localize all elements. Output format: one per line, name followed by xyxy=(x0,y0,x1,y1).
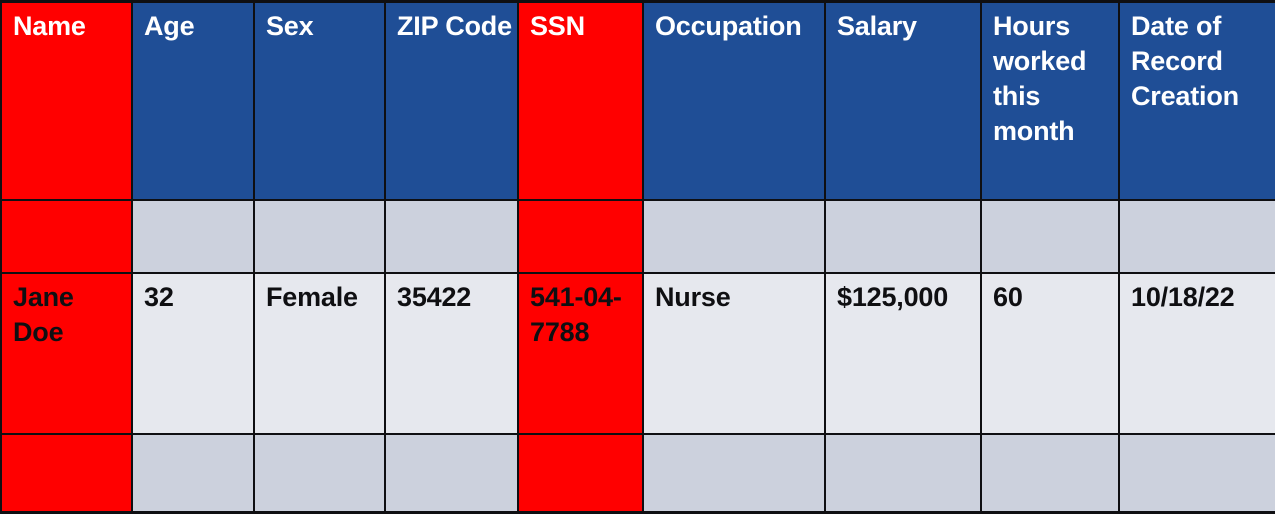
column-header-occupation[interactable]: Occupation xyxy=(642,0,826,201)
table-header-row: Name Age Sex ZIP Code SSN Occupation Sal… xyxy=(0,0,1275,201)
column-header-label: ZIP Code xyxy=(397,11,512,41)
column-header-label: Date of Record Creation xyxy=(1131,11,1239,111)
cell-created[interactable] xyxy=(1118,199,1275,274)
column-header-ssn[interactable]: SSN xyxy=(517,0,644,201)
cell-name[interactable] xyxy=(0,199,133,274)
cell-sex[interactable]: Female xyxy=(253,272,386,435)
cell-ssn[interactable]: 541-04-7788 xyxy=(517,272,644,435)
cell-value: 541-04-7788 xyxy=(530,282,622,347)
column-header-label: Occupation xyxy=(655,11,802,41)
cell-value: $125,000 xyxy=(837,282,949,312)
column-header-label: Age xyxy=(144,11,195,41)
cell-hours[interactable] xyxy=(980,199,1120,274)
column-header-label: Name xyxy=(13,11,86,41)
table-row xyxy=(0,199,1275,274)
pii-data-table: Name Age Sex ZIP Code SSN Occupation Sal… xyxy=(0,0,1275,514)
column-header-label: SSN xyxy=(530,11,585,41)
cell-age[interactable]: 32 xyxy=(131,272,255,435)
cell-sex[interactable] xyxy=(253,199,386,274)
column-header-label: Salary xyxy=(837,11,917,41)
cell-salary[interactable] xyxy=(824,199,982,274)
cell-age[interactable] xyxy=(131,199,255,274)
column-header-label: Sex xyxy=(266,11,314,41)
cell-occupation[interactable]: Nurse xyxy=(642,272,826,435)
cell-value: Nurse xyxy=(655,282,731,312)
column-header-salary[interactable]: Salary xyxy=(824,0,982,201)
cell-value: Female xyxy=(266,282,358,312)
column-header-hours[interactable]: Hours worked this month xyxy=(980,0,1120,201)
cell-zip[interactable] xyxy=(384,199,519,274)
cell-zip[interactable]: 35422 xyxy=(384,272,519,435)
cell-value: 35422 xyxy=(397,282,472,312)
column-header-label: Hours worked this month xyxy=(993,11,1087,146)
cell-name[interactable]: Jane Doe xyxy=(0,272,133,435)
cell-ssn[interactable] xyxy=(517,199,644,274)
cell-value: 60 xyxy=(993,282,1023,312)
column-header-created[interactable]: Date of Record Creation xyxy=(1118,0,1275,201)
cell-salary[interactable]: $125,000 xyxy=(824,272,982,435)
column-header-sex[interactable]: Sex xyxy=(253,0,386,201)
column-header-age[interactable]: Age xyxy=(131,0,255,201)
cell-occupation[interactable] xyxy=(642,199,826,274)
column-header-name[interactable]: Name xyxy=(0,0,133,201)
pii-table-container: Name Age Sex ZIP Code SSN Occupation Sal… xyxy=(0,0,1275,514)
table-row: Jane Doe 32 Female 35422 541-04-7788 Nur… xyxy=(0,272,1275,435)
cell-created[interactable]: 10/18/22 xyxy=(1118,272,1275,435)
cell-hours[interactable]: 60 xyxy=(980,272,1120,435)
column-header-zip-code[interactable]: ZIP Code xyxy=(384,0,519,201)
cell-value: 10/18/22 xyxy=(1131,282,1235,312)
cell-value: Jane Doe xyxy=(13,282,74,347)
cell-value: 32 xyxy=(144,282,174,312)
